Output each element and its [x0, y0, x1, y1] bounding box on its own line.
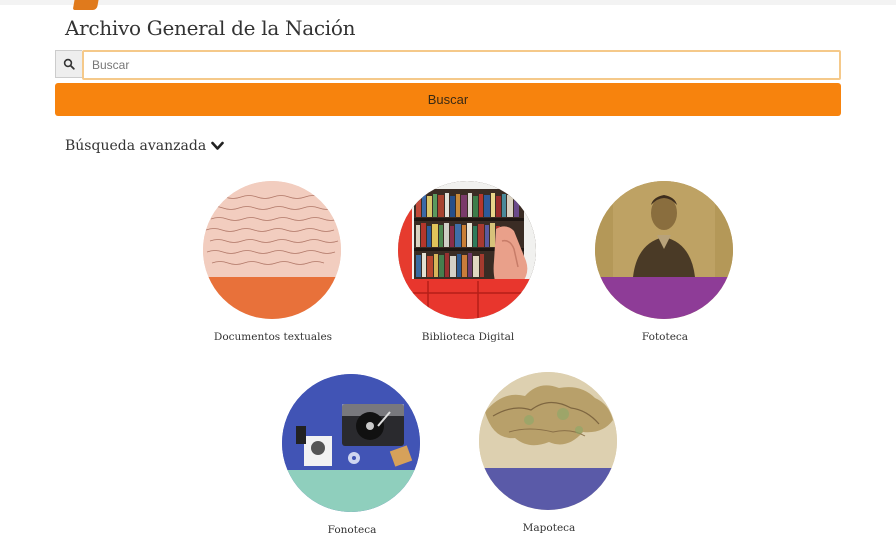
advanced-search-toggle[interactable]: Búsqueda avanzada — [65, 138, 224, 154]
old-map-image — [479, 372, 617, 510]
top-bar — [0, 0, 896, 5]
collection-fonoteca[interactable]: Fonoteca — [282, 374, 422, 536]
search-icon — [55, 50, 82, 78]
page-title: Archivo General de la Nación — [65, 16, 356, 40]
color-band — [203, 277, 341, 319]
color-band — [595, 277, 733, 319]
collection-documentos-textuales[interactable]: Documentos textuales — [203, 181, 343, 343]
search-input[interactable] — [82, 50, 841, 80]
collection-mapoteca[interactable]: Mapoteca — [479, 372, 619, 534]
color-band — [282, 470, 420, 512]
search-bar — [55, 50, 841, 80]
collection-biblioteca-digital[interactable]: Biblioteca Digital — [398, 181, 538, 343]
collection-fototeca[interactable]: Fototeca — [595, 181, 735, 343]
chevron-down-icon — [211, 141, 224, 150]
collection-label: Biblioteca Digital — [421, 331, 515, 343]
advanced-search-label: Búsqueda avanzada — [65, 138, 207, 154]
logo[interactable] — [72, 0, 100, 10]
search-button[interactable]: Buscar — [55, 83, 841, 116]
collection-label: Fototeca — [641, 331, 689, 343]
collection-label: Documentos textuales — [213, 331, 333, 343]
record-player-image — [282, 374, 420, 512]
collection-label: Mapoteca — [522, 522, 576, 534]
handwritten-manuscript-image — [203, 181, 341, 319]
bookshelf-image — [398, 181, 536, 319]
sepia-portrait-image — [595, 181, 733, 319]
collection-label: Fonoteca — [327, 524, 377, 536]
